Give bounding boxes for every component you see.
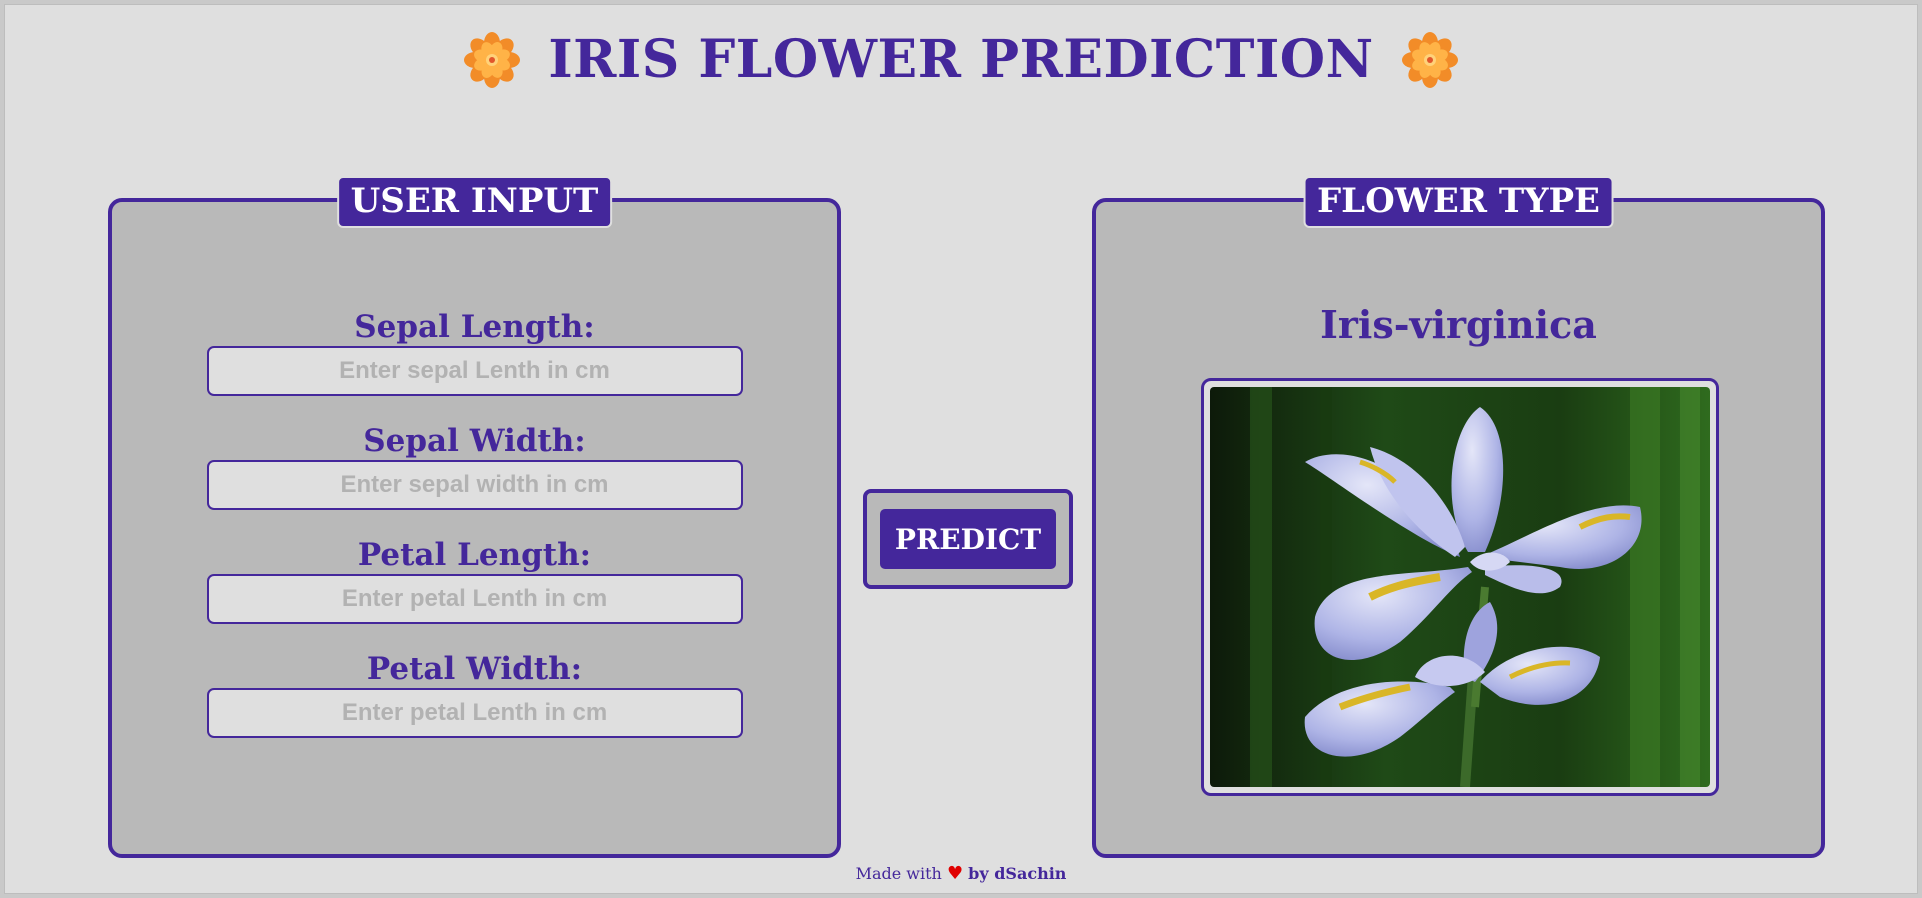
user-input-panel: USER INPUT Sepal Length: Sepal Width: Pe… [108,176,841,858]
sepal-length-label: Sepal Length: [354,309,595,345]
predict-button[interactable]: PREDICT [880,509,1056,569]
flower-image-frame [1201,378,1719,796]
sepal-length-input[interactable] [206,346,743,396]
footer: Made with ♥ by dSachin [5,863,1917,884]
sepal-length-field: Sepal Length: [206,309,743,396]
flower-icon [464,31,521,88]
petal-width-label: Petal Width: [366,651,583,687]
petal-length-field: Petal Length: [206,537,743,624]
prediction-result: Iris-virginica [1320,302,1597,347]
footer-prefix: Made with [855,864,942,883]
flower-type-legend: FLOWER TYPE [1303,176,1614,228]
predict-button-frame: PREDICT [863,489,1073,589]
heart-icon: ♥ [946,863,964,884]
petal-width-input[interactable] [206,688,743,738]
petal-width-field: Petal Width: [206,651,743,738]
sepal-width-input[interactable] [206,460,743,510]
app-page: IRIS FLOWER PREDICTION USER INPUT Sepal … [4,4,1918,894]
input-fields: Sepal Length: Sepal Width: Petal Length:… [112,310,837,766]
header: IRIS FLOWER PREDICTION [5,29,1917,90]
sepal-width-label: Sepal Width: [363,423,586,459]
sepal-width-field: Sepal Width: [206,423,743,510]
iris-flower-photo [1210,387,1710,787]
user-input-legend: USER INPUT [336,176,613,228]
flower-type-panel: FLOWER TYPE Iris-virginica [1092,176,1825,858]
petal-length-label: Petal Length: [357,537,592,573]
petal-length-input[interactable] [206,574,743,624]
flower-icon [1401,31,1458,88]
page-title: IRIS FLOWER PREDICTION [548,29,1374,90]
footer-author: by dSachin [968,864,1067,883]
